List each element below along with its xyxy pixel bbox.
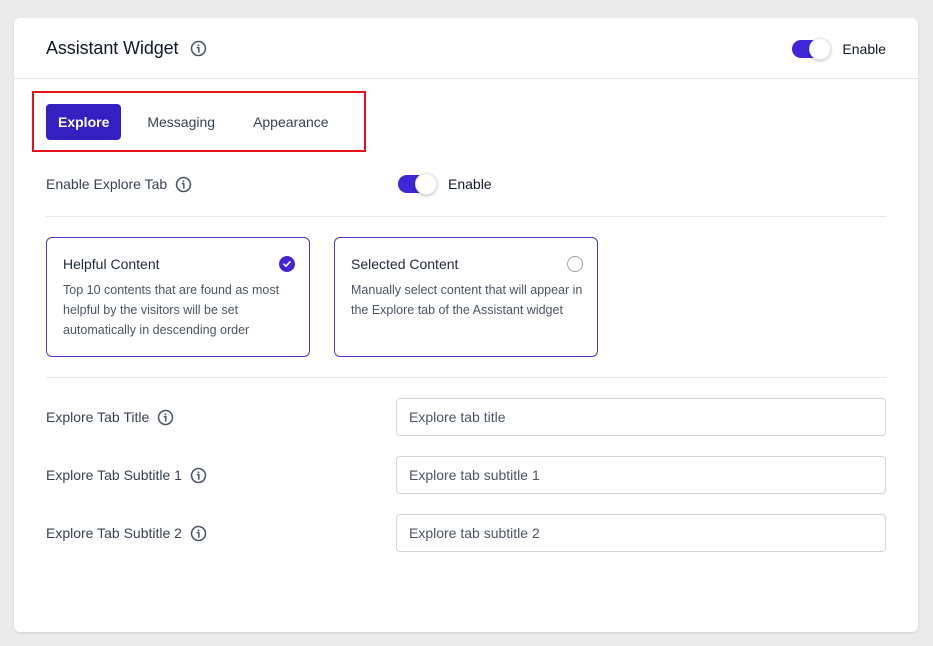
explore-enable-group: Enable bbox=[398, 173, 492, 195]
checked-radio-icon[interactable] bbox=[279, 256, 295, 272]
unchecked-radio-icon[interactable] bbox=[567, 256, 583, 272]
explore-tab-subtitle-2-label: Explore Tab Subtitle 2 bbox=[46, 525, 182, 541]
explore-tab-subtitle-2-row: Explore Tab Subtitle 2 bbox=[46, 514, 886, 552]
enable-explore-row: Enable Explore Tab Enable bbox=[46, 172, 886, 196]
option-selected-content[interactable]: Selected Content Manually select content… bbox=[334, 237, 598, 357]
explore-enable-toggle[interactable] bbox=[398, 173, 437, 195]
tab-bar: Explore Messaging Appearance bbox=[32, 91, 366, 152]
option-description: Top 10 contents that are found as most h… bbox=[63, 283, 280, 337]
tab-appearance[interactable]: Appearance bbox=[241, 104, 341, 140]
info-icon[interactable] bbox=[190, 40, 207, 57]
widget-enable-toggle[interactable] bbox=[792, 37, 832, 60]
field-label-group: Explore Tab Title bbox=[46, 409, 174, 426]
tab-messaging[interactable]: Messaging bbox=[135, 104, 227, 140]
card-header: Assistant Widget Enable bbox=[14, 18, 918, 79]
toggle-knob bbox=[415, 173, 437, 195]
divider bbox=[46, 377, 886, 378]
widget-enable-label: Enable bbox=[842, 40, 886, 57]
option-description: Manually select content that will appear… bbox=[351, 283, 583, 317]
explore-tab-title-label: Explore Tab Title bbox=[46, 409, 150, 425]
option-title: Selected Content bbox=[351, 256, 459, 272]
page-title: Assistant Widget bbox=[46, 37, 179, 58]
info-icon[interactable] bbox=[190, 525, 207, 542]
assistant-widget-card: Assistant Widget Enable Explore Messagin… bbox=[14, 18, 918, 632]
info-icon[interactable] bbox=[175, 176, 192, 193]
info-icon[interactable] bbox=[190, 467, 207, 484]
field-label-group: Explore Tab Subtitle 1 bbox=[46, 467, 207, 484]
enable-explore-label: Enable Explore Tab bbox=[46, 176, 168, 192]
divider bbox=[46, 216, 886, 217]
explore-tab-subtitle-2-input[interactable] bbox=[396, 514, 886, 552]
option-title: Helpful Content bbox=[63, 256, 160, 272]
tab-explore[interactable]: Explore bbox=[46, 103, 122, 140]
explore-tab-subtitle-1-label: Explore Tab Subtitle 1 bbox=[46, 467, 182, 483]
toggle-knob bbox=[809, 37, 832, 60]
explore-tab-title-input[interactable] bbox=[396, 398, 886, 436]
field-label-group: Explore Tab Subtitle 2 bbox=[46, 525, 207, 542]
explore-enable-label: Enable bbox=[448, 176, 492, 192]
info-icon[interactable] bbox=[157, 409, 174, 426]
option-helpful-content[interactable]: Helpful Content Top 10 contents that are… bbox=[46, 237, 310, 357]
enable-explore-label-group: Enable Explore Tab bbox=[46, 176, 192, 193]
explore-tab-subtitle-1-input[interactable] bbox=[396, 456, 886, 494]
widget-enable-group: Enable bbox=[792, 18, 886, 79]
explore-tab-title-row: Explore Tab Title bbox=[46, 398, 886, 436]
explore-tab-subtitle-1-row: Explore Tab Subtitle 1 bbox=[46, 456, 886, 494]
